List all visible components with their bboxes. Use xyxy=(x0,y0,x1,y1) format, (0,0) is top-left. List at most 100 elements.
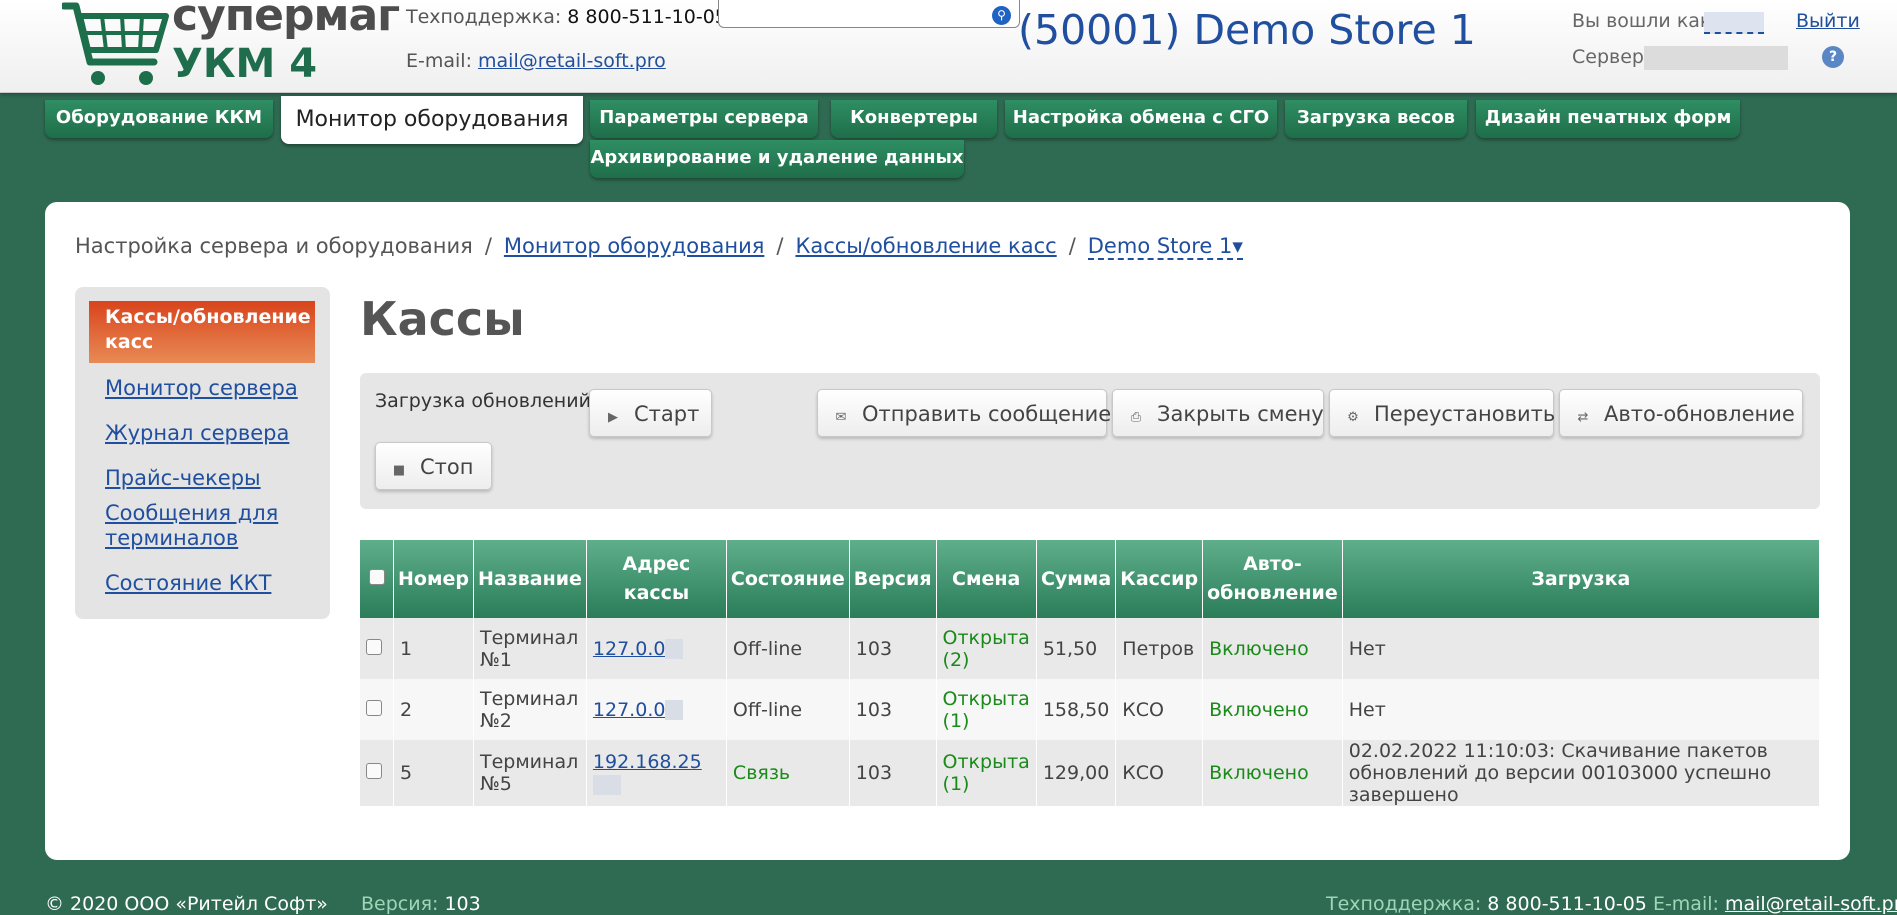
footer-support-phone: 8 800-511-10-05 xyxy=(1487,893,1647,915)
page-title: Кассы xyxy=(360,292,525,346)
cell-version: 103 xyxy=(849,679,937,740)
row-select-cell xyxy=(360,679,394,740)
store-dropdown-label: Demo Store 1 xyxy=(1087,234,1233,258)
cell-version: 103 xyxy=(849,740,937,806)
stop-button-label: Стоп xyxy=(420,455,474,479)
cell-load: Нет xyxy=(1342,618,1821,679)
support-label: Техподдержка: xyxy=(406,6,562,28)
cell-name: Терминал №1 xyxy=(473,618,587,679)
cell-load: 02.02.2022 11:10:03: Скачивание пакетов … xyxy=(1342,740,1821,806)
sidebar-item-server-monitor[interactable]: Монитор сервера xyxy=(105,376,298,401)
col-sum[interactable]: Сумма xyxy=(1036,540,1117,618)
cell-cashier: КСО xyxy=(1115,679,1204,740)
email-link[interactable]: mail@retail-soft.pro xyxy=(478,50,666,72)
cell-auto-update: Включено xyxy=(1202,740,1343,806)
footer-contacts: Техподдержка: 8 800-511-10-05 E-mail: ma… xyxy=(1326,893,1897,915)
sidebar-item-server-log[interactable]: Журнал сервера xyxy=(105,421,289,446)
col-shift[interactable]: Смена xyxy=(936,540,1037,618)
col-auto-update[interactable]: Авто-обновление xyxy=(1202,540,1343,618)
logout-link[interactable]: Выйти xyxy=(1796,10,1860,32)
tab-archiving[interactable]: Архивирование и удаление данных xyxy=(590,140,964,178)
col-state[interactable]: Состояние xyxy=(726,540,850,618)
breadcrumb-kassy[interactable]: Кассы/обновление касс xyxy=(795,234,1056,258)
row-checkbox[interactable] xyxy=(366,699,382,716)
table-row[interactable]: 2 Терминал №2 127.0.0 Off-line 103 Откры… xyxy=(360,679,1821,740)
cell-name: Терминал №2 xyxy=(473,679,587,740)
tab-sgo-exchange[interactable]: Настройка обмена с СГО xyxy=(1005,100,1277,138)
breadcrumb-separator: / xyxy=(1068,234,1076,258)
cell-version: 103 xyxy=(849,618,937,679)
cell-shift: Открыта (2) xyxy=(936,618,1037,679)
row-checkbox[interactable] xyxy=(366,763,382,779)
current-user[interactable] xyxy=(1704,12,1764,34)
col-cashier[interactable]: Кассир xyxy=(1115,540,1204,618)
col-version[interactable]: Версия xyxy=(849,540,937,618)
cell-shift: Открыта (1) xyxy=(936,679,1037,740)
auto-update-button[interactable]: ⇄ Авто-обновление xyxy=(1559,389,1803,437)
col-number[interactable]: Номер xyxy=(393,540,474,618)
cell-sum: 158,50 xyxy=(1036,679,1117,740)
help-icon[interactable]: ? xyxy=(1822,46,1844,68)
table-row[interactable]: 5 Терминал №5 192.168.25 Связь 103 Откры… xyxy=(360,740,1821,806)
cell-address: 127.0.0 xyxy=(586,679,727,740)
tab-scales-load[interactable]: Загрузка весов xyxy=(1285,100,1467,138)
login-label: Вы вошли как: xyxy=(1572,10,1718,32)
table-row[interactable]: 1 Терминал №1 127.0.0 Off-line 103 Откры… xyxy=(360,618,1821,679)
breadcrumb-monitor[interactable]: Монитор оборудования xyxy=(504,234,764,258)
cell-number: 2 xyxy=(393,679,474,740)
sidebar-item-price-checkers[interactable]: Прайс-чекеры xyxy=(105,466,261,491)
close-shift-label: Закрыть смену xyxy=(1157,402,1324,426)
search-icon[interactable]: ⚲ xyxy=(992,6,1011,25)
tab-print-forms[interactable]: Дизайн печатных форм xyxy=(1476,100,1740,138)
tab-converters[interactable]: Конвертеры xyxy=(831,100,997,138)
store-dropdown[interactable]: Demo Store 1▾ xyxy=(1087,234,1243,260)
cell-number: 5 xyxy=(393,740,474,806)
col-name[interactable]: Название xyxy=(473,540,587,618)
sidebar-item-terminal-messages[interactable]: Сообщения для терминалов xyxy=(105,501,305,551)
cell-auto-update: Включено xyxy=(1202,618,1343,679)
footer-version: Версия: 103 xyxy=(361,893,481,915)
address-link[interactable]: 127.0.0 xyxy=(593,638,666,660)
sidebar-item-kassy[interactable]: Кассы/обновление касс xyxy=(89,301,315,363)
tab-equipment-monitor[interactable]: Монитор оборудования xyxy=(281,96,583,144)
footer-email-link[interactable]: mail@retail-soft.pro xyxy=(1725,893,1897,915)
reinstall-button[interactable]: ⚙ Переустановить xyxy=(1329,389,1555,437)
cell-sum: 129,00 xyxy=(1036,740,1117,806)
footer-version-value: 103 xyxy=(444,893,481,915)
start-button[interactable]: ▶ Старт xyxy=(589,389,712,437)
row-checkbox[interactable] xyxy=(366,638,382,655)
col-address[interactable]: Адрес кассы xyxy=(586,540,727,618)
cell-auto-update: Включено xyxy=(1202,679,1343,740)
search-input[interactable] xyxy=(718,0,1020,28)
tab-kkm-equipment[interactable]: Оборудование ККМ xyxy=(45,100,273,138)
sidebar-item-kkt-status[interactable]: Состояние ККТ xyxy=(105,571,271,596)
send-message-button[interactable]: ✉ Отправить сообщение xyxy=(817,389,1111,437)
breadcrumb-separator: / xyxy=(484,234,492,258)
cell-name: Терминал №5 xyxy=(473,740,587,806)
address-link[interactable]: 192.168.25 xyxy=(593,751,702,773)
cell-cashier: Петров xyxy=(1115,618,1204,679)
auto-update-label: Авто-обновление xyxy=(1604,402,1795,426)
gear-icon: ⚙ xyxy=(1347,410,1359,425)
swap-arrows-icon: ⇄ xyxy=(1577,410,1589,425)
cell-state: Связь xyxy=(726,740,850,806)
stop-icon: ■ xyxy=(392,463,406,478)
server-label: Сервер: xyxy=(1572,46,1651,68)
col-load[interactable]: Загрузка xyxy=(1342,540,1821,618)
close-shift-button[interactable]: ⎙ Закрыть смену xyxy=(1112,389,1324,437)
select-all-checkbox[interactable] xyxy=(368,568,385,585)
tab-server-params[interactable]: Параметры сервера xyxy=(590,100,818,138)
address-link[interactable]: 127.0.0 xyxy=(593,699,666,721)
breadcrumb: Настройка сервера и оборудования / Монитор… xyxy=(75,234,1243,260)
stop-button[interactable]: ■ Стоп xyxy=(375,442,492,490)
row-select-cell xyxy=(360,618,394,679)
envelope-icon: ✉ xyxy=(835,410,847,425)
support-phone: 8 800-511-10-05 xyxy=(567,6,727,28)
footer-email-label: E-mail: xyxy=(1652,893,1719,915)
logo-text: супермаг xyxy=(172,0,400,41)
footer-copyright: © 2020 ООО «Ритейл Софт» xyxy=(45,893,328,915)
cell-address: 127.0.0 xyxy=(586,618,727,679)
redacted-block xyxy=(592,774,621,795)
redacted-block xyxy=(665,639,684,659)
cell-address: 192.168.25 xyxy=(586,740,727,806)
